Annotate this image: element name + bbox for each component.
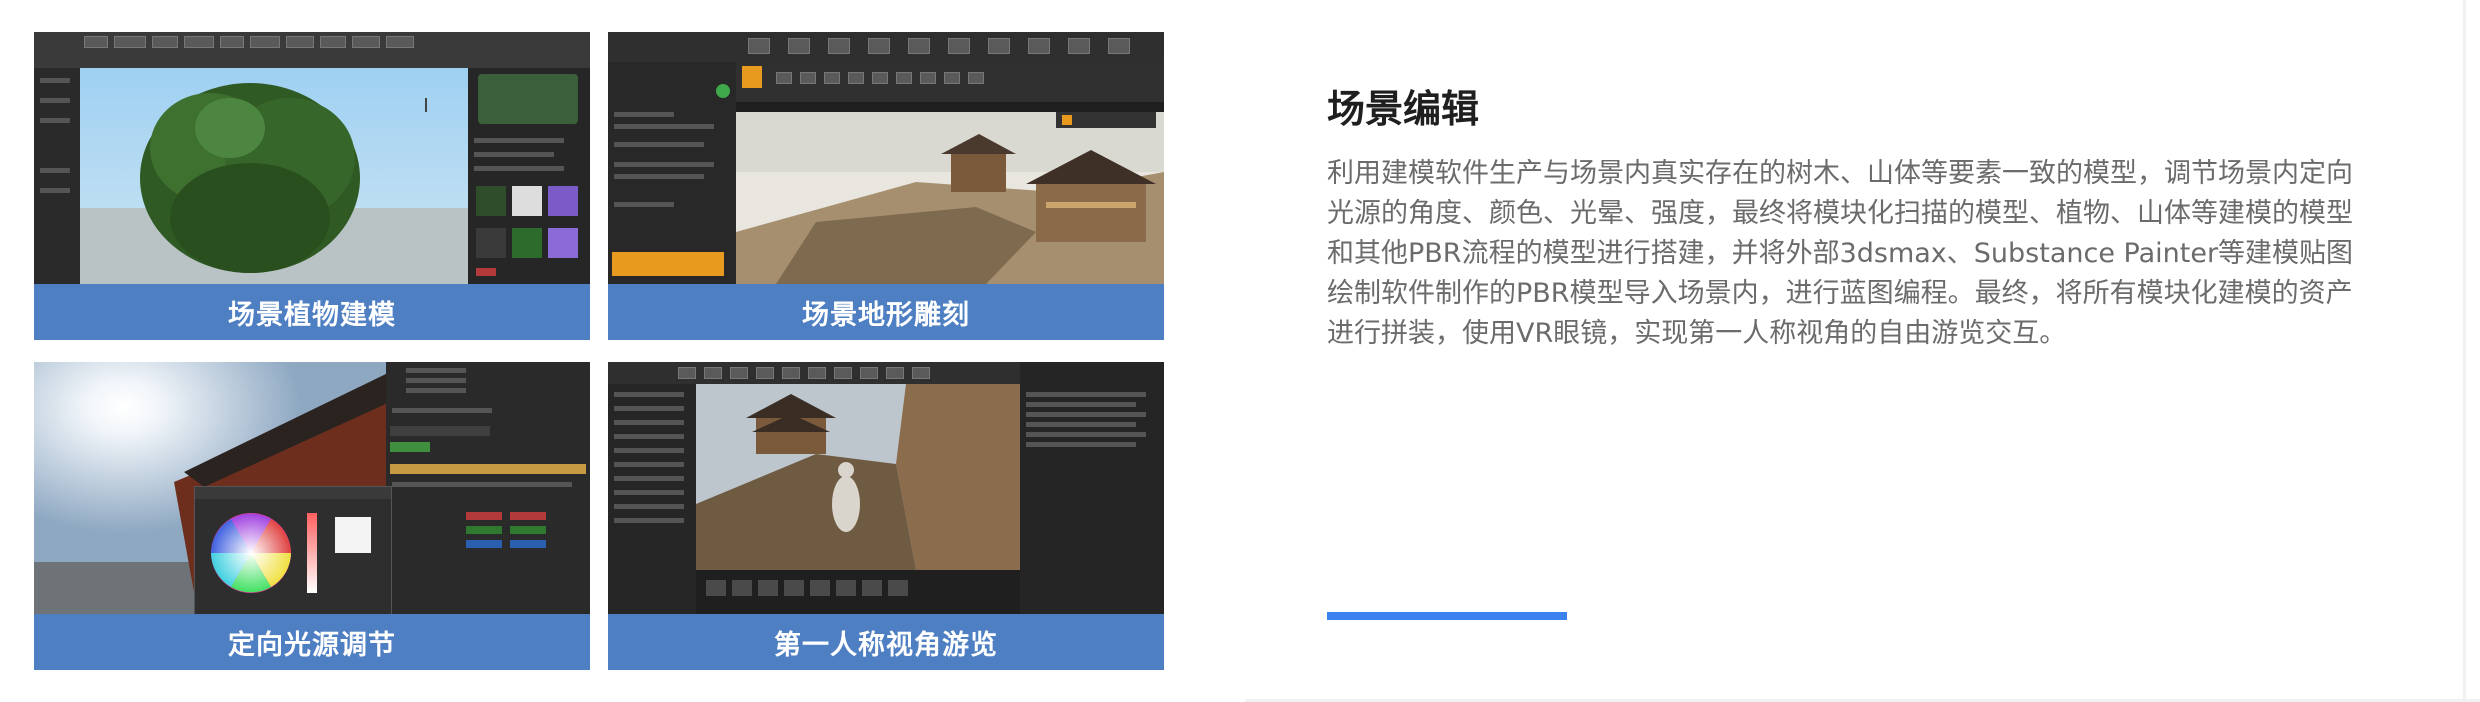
description-panel: 场景编辑 利用建模软件生产与场景内真实存在的树木、山体等要素一致的模型，调节场景…: [1245, 0, 2480, 702]
card-terrain-sculpting[interactable]: 场景地形雕刻: [608, 32, 1164, 340]
accent-bar: [1327, 612, 1567, 620]
place-actors-panel: [608, 384, 696, 614]
card-directional-light[interactable]: 定向光源调节: [34, 362, 590, 670]
plant-modeling-screenshot: [34, 32, 590, 284]
sculpt-tools: [736, 62, 1164, 102]
directional-light-screenshot: [34, 362, 590, 614]
outliner-panel: [386, 362, 590, 614]
section-title: 场景编辑: [1327, 87, 1480, 131]
section-description: 利用建模软件生产与场景内真实存在的树木、山体等要素一致的模型，调节场景内定向光源…: [1327, 158, 2354, 349]
card-first-person[interactable]: 第一人称视角游览: [608, 362, 1164, 670]
editor-toolbar: [34, 32, 590, 68]
card-caption: 场景地形雕刻: [608, 284, 1164, 340]
color-picker-dialog: [194, 486, 392, 614]
card-caption: 第一人称视角游览: [608, 614, 1164, 670]
card-caption: 场景植物建模: [34, 284, 590, 340]
card-plant-modeling[interactable]: 场景植物建模: [34, 32, 590, 340]
terrain-sculpting-screenshot: [608, 32, 1164, 284]
terrain-viewport: [736, 112, 1164, 284]
left-panel: [34, 68, 80, 284]
editor-toolbar: [608, 32, 1164, 62]
card-caption: 定向光源调节: [34, 614, 590, 670]
details-panel: [468, 68, 590, 284]
frame-border-right: [2463, 0, 2466, 702]
landscape-panel: [608, 62, 736, 284]
tree-viewport: [80, 68, 500, 284]
first-person-screenshot: [608, 362, 1164, 614]
content-browser: [696, 570, 1020, 614]
screenshot-grid: 场景植物建模 场景地形雕刻 定向光源调节 第一人称视角游览: [0, 0, 1245, 702]
walkthrough-viewport: [696, 384, 1020, 570]
color-wheel-icon: [211, 513, 291, 593]
content-panel: [1020, 362, 1164, 614]
